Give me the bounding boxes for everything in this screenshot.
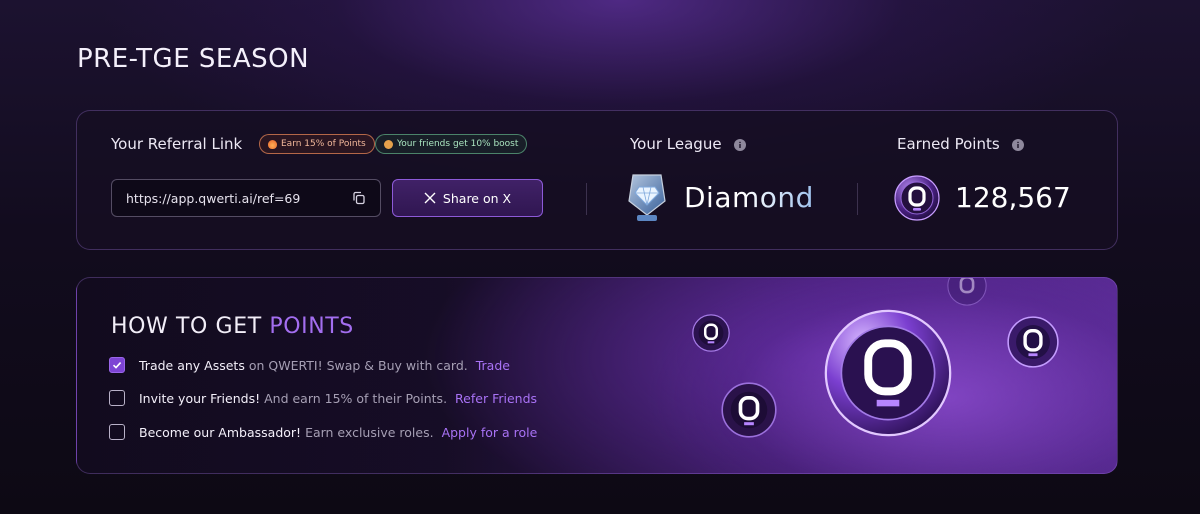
task-link-apply-role[interactable]: Apply for a role [442,425,538,440]
friends-boost-badge: Your friends get 10% boost [375,134,528,154]
friends-boost-badge-text: Your friends get 10% boost [397,139,519,149]
referral-link-value: https://app.qwerti.ai/ref=69 [126,190,301,206]
task-item: Become our Ambassador! Earn exclusive ro… [109,424,537,440]
how-to-get-points-card: HOW TO GET POINTS Trade any Assets on QW… [76,277,1118,474]
referral-link-label: Your Referral Link [111,135,243,153]
how-title-accent: POINTS [269,314,354,339]
referral-card: Your Referral Link Earn 15% of Points Yo… [76,110,1118,250]
page-title: PRE-TGE SEASON [77,44,310,74]
earned-points-label-text: Earned Points [897,135,1000,153]
task-checkbox[interactable] [109,357,125,373]
qwerti-coin-icon [692,314,730,352]
earned-points-label: Earned Points [897,135,1025,153]
task-link-refer-friends[interactable]: Refer Friends [455,391,537,406]
divider [586,183,587,215]
task-description: Earn exclusive roles. [305,424,434,440]
task-item: Invite your Friends! And earn 15% of the… [109,390,537,406]
league-label: Your League [630,135,747,153]
how-title-main: HOW TO GET [111,314,270,339]
smile-icon [384,139,393,149]
how-to-get-points-title: HOW TO GET POINTS [111,314,354,339]
task-title: Invite your Friends! [139,390,261,406]
task-description: And earn 15% of their Points. [264,390,448,406]
task-item: Trade any Assets on QWERTI! Swap & Buy w… [109,357,510,373]
share-on-x-button[interactable]: Share on X [392,179,543,217]
league-label-text: Your League [630,135,722,153]
qwerti-coin-icon [1007,316,1059,368]
qwerti-coin-icon [894,175,940,221]
task-link-trade[interactable]: Trade [476,358,510,373]
earn-points-badge: Earn 15% of Points [259,134,375,154]
referral-link-field[interactable]: https://app.qwerti.ai/ref=69 [111,179,381,217]
x-logo-icon [424,192,436,204]
qwerti-coin-icon [721,382,777,438]
task-description: on QWERTI! Swap & Buy with card. [248,357,468,373]
league-value: Diamond [684,181,814,214]
share-on-x-label: Share on X [442,190,512,206]
earn-points-badge-text: Earn 15% of Points [281,139,366,149]
task-checkbox[interactable] [109,390,125,406]
task-checkbox[interactable] [109,424,125,440]
task-title: Trade any Assets [139,357,245,373]
info-icon[interactable] [1012,138,1025,151]
diamond-league-badge-icon [628,174,666,221]
copy-icon[interactable] [352,191,366,205]
checkmark-icon [112,362,122,369]
task-title: Become our Ambassador! [139,424,302,440]
earned-points-value: 128,567 [955,181,1071,214]
qwerti-coin-icon [947,278,987,306]
info-icon[interactable] [734,138,747,151]
fire-icon [268,139,277,149]
qwerti-coin-icon [824,309,952,437]
divider [857,183,858,215]
